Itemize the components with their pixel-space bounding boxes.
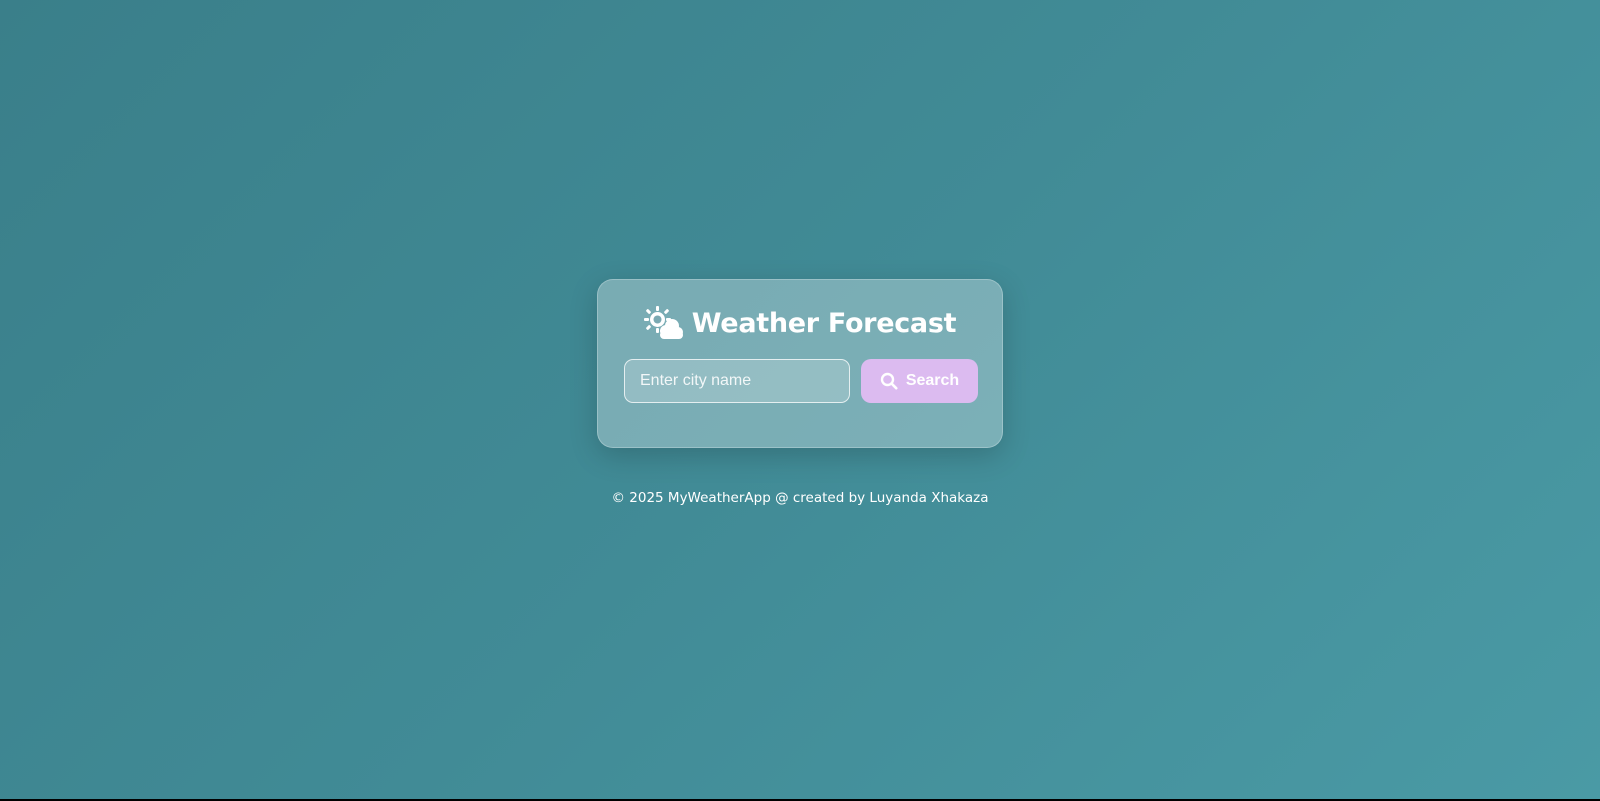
page-title: Weather Forecast — [691, 307, 957, 339]
app-header: Weather Forecast — [598, 306, 1002, 340]
footer-credits: © 2025 MyWeatherApp @ created by Luyanda… — [611, 490, 989, 506]
search-button-label: Search — [905, 372, 960, 389]
city-search-input[interactable] — [624, 359, 850, 403]
search-icon — [880, 372, 898, 390]
search-form: Search — [624, 359, 978, 403]
page-background: Weather Forecast Search © 2025 MyWeather… — [0, 0, 1600, 799]
sun-behind-cloud-icon — [643, 306, 684, 340]
weather-card: Weather Forecast Search — [597, 279, 1003, 448]
search-button[interactable]: Search — [861, 359, 978, 403]
